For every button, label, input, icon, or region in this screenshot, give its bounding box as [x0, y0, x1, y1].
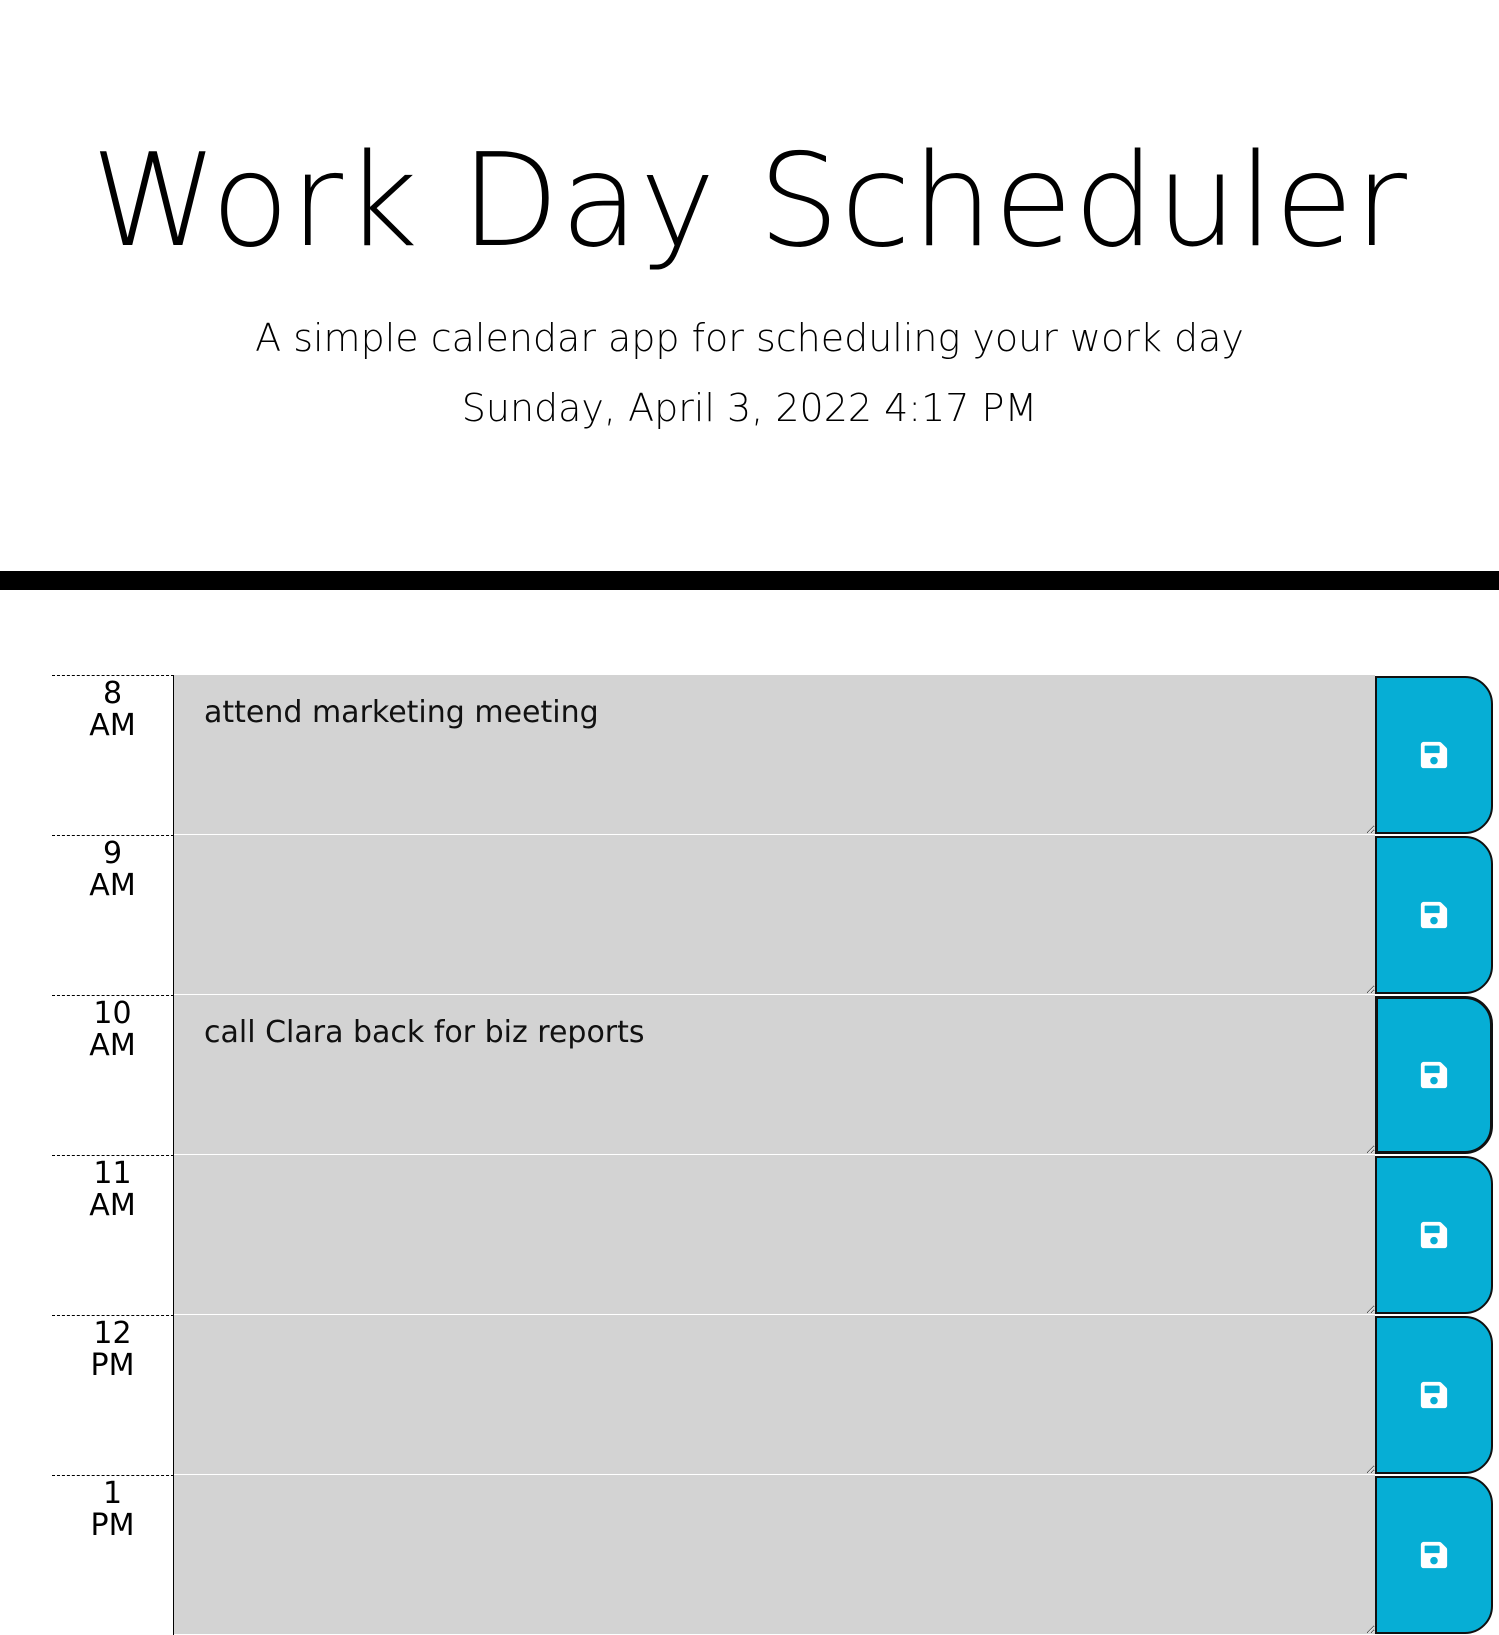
hour-number: 8	[102, 676, 123, 711]
time-block-row: 8 AM attend marketing meeting	[52, 675, 1493, 835]
timeblocks-container: 8 AM attend marketing meeting 9 AM 10 AM…	[52, 675, 1493, 1635]
hour-label: 1 PM	[52, 1475, 174, 1635]
floppy-disk-icon	[1420, 1541, 1448, 1569]
hour-label: 10 AM	[52, 995, 174, 1155]
hour-period: AM	[89, 1188, 136, 1223]
floppy-disk-icon	[1420, 1221, 1448, 1249]
header: Work Day Scheduler A simple calendar app…	[0, 0, 1499, 590]
floppy-disk-icon	[1420, 741, 1448, 769]
description-textarea[interactable]	[174, 1475, 1375, 1635]
save-button[interactable]	[1375, 1156, 1493, 1314]
description-textarea[interactable]: attend marketing meeting	[174, 675, 1375, 835]
description-textarea[interactable]	[174, 1315, 1375, 1475]
hour-label: 9 AM	[52, 835, 174, 995]
description-textarea[interactable]: call Clara back for biz reports	[174, 995, 1375, 1155]
save-button[interactable]	[1375, 1476, 1493, 1634]
hour-number: 12	[93, 1316, 132, 1351]
description-textarea[interactable]	[174, 835, 1375, 995]
hour-number: 11	[93, 1156, 132, 1191]
time-block-row: 10 AM call Clara back for biz reports	[52, 995, 1493, 1155]
floppy-disk-icon	[1420, 901, 1448, 929]
hour-number: 9	[102, 836, 123, 871]
hour-period: AM	[89, 1028, 136, 1063]
hour-label: 8 AM	[52, 675, 174, 835]
save-button[interactable]	[1375, 676, 1493, 834]
save-button[interactable]	[1375, 836, 1493, 994]
hour-period: PM	[90, 1348, 135, 1383]
floppy-disk-icon	[1420, 1381, 1448, 1409]
time-block-row: 12 PM	[52, 1315, 1493, 1475]
floppy-disk-icon	[1420, 1061, 1448, 1089]
page-subtitle: A simple calendar app for scheduling you…	[255, 316, 1244, 360]
current-day: Sunday, April 3, 2022 4:17 PM	[461, 386, 1038, 430]
save-button[interactable]	[1375, 1316, 1493, 1474]
time-block-row: 1 PM	[52, 1475, 1493, 1635]
hour-label: 12 PM	[52, 1315, 174, 1475]
time-block-row: 11 AM	[52, 1155, 1493, 1315]
save-button[interactable]	[1375, 996, 1493, 1154]
hour-number: 10	[93, 996, 132, 1031]
page-title: Work Day Scheduler	[90, 127, 1409, 276]
description-textarea[interactable]	[174, 1155, 1375, 1315]
hour-period: AM	[89, 868, 136, 903]
hour-number: 1	[102, 1476, 123, 1511]
time-block-row: 9 AM	[52, 835, 1493, 995]
hour-label: 11 AM	[52, 1155, 174, 1315]
hour-period: AM	[89, 708, 136, 743]
hour-period: PM	[90, 1508, 135, 1543]
